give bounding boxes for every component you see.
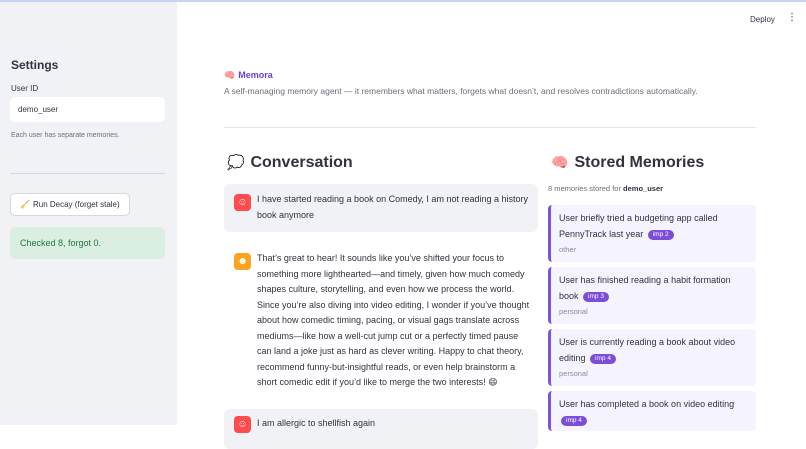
memory-text-body: User briefly tried a budgeting app calle… [559,213,718,239]
memory-text: User has finished reading a habit format… [559,272,750,304]
chat-message-text: I am allergic to shellfish again [257,418,376,428]
conversation-title: Conversation [250,154,353,171]
memories-heading: 🧠 Stored Memories [551,154,704,172]
memory-category: personal [559,369,588,378]
importance-badge: imp 4 [590,354,616,364]
importance-badge: imp 2 [647,230,674,240]
user-avatar-icon: ☺ [234,194,251,211]
memory-card: User has completed a book on video editi… [548,391,756,431]
memory-card: User has finished reading a habit format… [548,267,756,324]
header-divider [224,127,756,128]
assistant-avatar-icon: ☻ [234,253,251,270]
main-menu-icon[interactable]: ⋮ [787,13,797,23]
deploy-button[interactable]: Deploy [750,15,775,24]
memory-card: User is currently reading a book about v… [548,329,756,386]
memory-text: User briefly tried a budgeting app calle… [559,210,750,242]
user-id-input[interactable]: demo_user [10,97,165,122]
broom-icon: 🧹 [20,200,30,209]
conversation-heading: 💭 Conversation [227,154,353,172]
chat-message-user: ☺ I have started reading a book on Comed… [224,184,538,232]
sidebar-divider [10,173,165,174]
user-id-help-text: Each user has separate memories. [11,132,120,139]
memory-text-body: User has completed a book on video editi… [559,399,735,409]
sidebar-title: Settings [11,58,59,72]
sidebar: Settings User ID demo_user Each user has… [0,2,177,425]
user-id-label: User ID [11,84,39,93]
importance-badge: imp 3 [583,292,609,302]
chat-message-text: That’s great to hear! It sounds like you… [257,253,530,387]
memory-category: other [559,245,577,254]
brain-icon: 🧠 [224,70,236,80]
decay-success-alert: Checked 8, forgot 0. [10,227,165,259]
chat-message-user: ☺ I am allergic to shellfish again [224,409,538,449]
memory-count-prefix: 8 memories stored for [548,184,621,193]
memory-category: personal [559,307,588,316]
chat-message-text: I have started reading a book on Comedy,… [257,194,528,220]
chat-message-assistant: ☻ That’s great to hear! It sounds like y… [224,243,538,398]
memory-text: User has completed a book on video editi… [559,396,750,428]
run-decay-label: Run Decay (forget stale) [32,200,120,209]
speech-bubble-icon: 💭 [227,154,245,170]
memories-title: Stored Memories [574,154,705,171]
brain-icon: 🧠 [551,154,569,170]
brand-name: Memora [238,70,273,80]
app-brand: 🧠 Memora [224,70,273,81]
run-decay-button[interactable]: 🧹 Run Decay (forget stale) [10,193,130,216]
memory-count: 8 memories stored for demo_user [548,184,663,193]
memory-count-user: demo_user [623,184,664,193]
memory-text-body: User is currently reading a book about v… [559,337,736,363]
memory-card: User briefly tried a budgeting app calle… [548,205,756,262]
memory-text: User is currently reading a book about v… [559,334,750,366]
app-tagline: A self-managing memory agent — it rememb… [224,86,698,96]
